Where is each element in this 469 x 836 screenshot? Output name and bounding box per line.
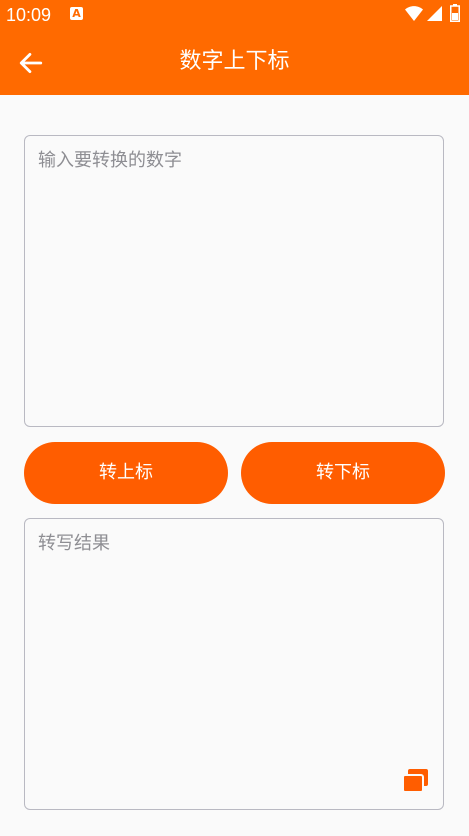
number-input[interactable] [25,136,443,426]
status-bar: 10:09 [0,0,469,30]
a-notification-icon [70,7,83,20]
app-header: 10:09 数字上下标 [0,0,469,95]
wifi-icon [405,6,423,21]
copy-icon[interactable] [400,766,430,796]
battery-icon [450,4,460,22]
result-output-box [24,518,444,810]
cellular-signal-icon [427,6,442,21]
number-input-box [24,135,444,427]
status-time: 10:09 [6,5,52,25]
subscript-button[interactable]: 转下标 [241,442,445,504]
superscript-button[interactable]: 转上标 [24,442,228,504]
page-title: 数字上下标 [179,49,290,74]
result-output[interactable] [25,519,443,809]
